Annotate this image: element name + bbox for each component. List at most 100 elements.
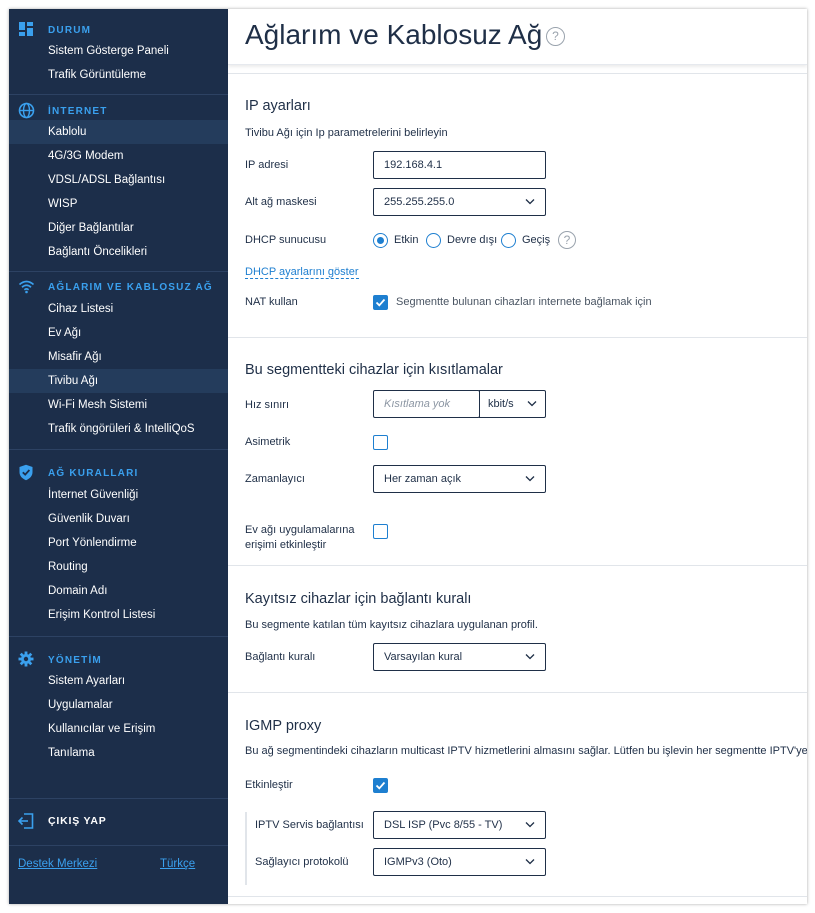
dashboard-icon <box>18 21 36 39</box>
home-apps-label: Ev ağı uygulamalarına <box>245 524 355 536</box>
sidebar-item-trafik-ongoruleri[interactable]: Trafik öngörüleri & IntelliQoS <box>9 417 228 441</box>
chevron-down-icon <box>525 822 535 828</box>
ip-section-desc: Tivibu Ağı için Ip parametrelerini belir… <box>245 127 448 139</box>
chevron-down-icon <box>525 654 535 660</box>
sidebar-item-routing[interactable]: Routing <box>9 555 228 579</box>
section-title: DURUM <box>48 24 92 36</box>
sidebar-item-port-yonlendirme[interactable]: Port Yönlendirme <box>9 531 228 555</box>
dhcp-radio-devre-disi[interactable] <box>426 233 441 248</box>
logout-button[interactable]: ÇIKIŞ YAP <box>9 807 228 835</box>
subnet-mask-select[interactable]: 255.255.255.0 <box>373 188 546 216</box>
nat-checkbox[interactable] <box>373 295 388 310</box>
dhcp-option-label: Devre dışı <box>447 234 498 246</box>
section-divider <box>228 73 807 74</box>
dhcp-option-label: Etkin <box>394 234 419 246</box>
sidebar-item-cihaz-listesi[interactable]: Cihaz Listesi <box>9 297 228 321</box>
chevron-down-icon <box>525 199 535 205</box>
help-center-link[interactable]: Destek Merkezi <box>18 858 97 870</box>
connection-rule-select[interactable]: Varsayılan kural <box>373 643 546 671</box>
main-content: Ağlarım ve Kablosuz Ağ ? IP ayarları Tiv… <box>228 9 807 904</box>
sidebar-item-kullanicilar[interactable]: Kullanıcılar ve Erişim <box>9 717 228 741</box>
logout-icon <box>17 812 35 835</box>
sidebar-item-guvenlik-duvari[interactable]: Güvenlik Duvarı <box>9 507 228 531</box>
igmp-enable-checkbox[interactable] <box>373 778 388 793</box>
check-icon <box>375 781 386 790</box>
page-title: Ağlarım ve Kablosuz Ağ <box>245 19 543 50</box>
sidebar-divider <box>9 449 228 450</box>
sidebar-item-internet-guvenligi[interactable]: İnternet Güvenliği <box>9 483 228 507</box>
shield-icon <box>18 464 36 482</box>
provider-protocol-select[interactable]: IGMPv3 (Oto) <box>373 848 546 876</box>
sidebar-section-internet: İNTERNET <box>9 101 228 121</box>
restrictions-title: Bu segmentteki cihazlar için kısıtlamala… <box>245 362 503 378</box>
asymmetric-label: Asimetrik <box>245 436 291 448</box>
page-header: Ağlarım ve Kablosuz Ağ ? <box>228 9 807 65</box>
dhcp-settings-link[interactable]: DHCP ayarlarını göster <box>245 266 359 279</box>
provider-protocol-label: Sağlayıcı protokolü <box>255 856 349 868</box>
igmp-desc: Bu ağ segmentindeki cihazların multicast… <box>245 745 807 757</box>
sidebar-item-kablolu[interactable]: Kablolu <box>9 120 228 144</box>
nat-label: NAT kullan <box>245 296 298 308</box>
sidebar-item-misafir-agi[interactable]: Misafir Ağı <box>9 345 228 369</box>
home-apps-label: erişimi etkinleştir <box>245 539 327 551</box>
wifi-icon <box>18 278 36 296</box>
speed-limit-label: Hız sınırı <box>245 399 290 411</box>
sidebar-item-baglanti-oncelikleri[interactable]: Bağlantı Öncelikleri <box>9 240 228 264</box>
sidebar-item-sistem-ayarlari[interactable]: Sistem Ayarları <box>9 669 228 693</box>
sidebar-divider <box>9 271 228 272</box>
section-title: İNTERNET <box>48 105 108 117</box>
sidebar-divider <box>9 798 228 799</box>
sidebar-item-domain-adi[interactable]: Domain Adı <box>9 579 228 603</box>
sidebar-item-diger-baglantilar[interactable]: Diğer Bağlantılar <box>9 216 228 240</box>
sidebar-item-wisp[interactable]: WISP <box>9 192 228 216</box>
section-divider <box>228 896 807 897</box>
scheduler-label: Zamanlayıcı <box>245 473 305 485</box>
sidebar-item-erisim-kontrol[interactable]: Erişim Kontrol Listesi <box>9 603 228 627</box>
speed-limit-input[interactable]: Kısıtlama yok <box>373 390 480 418</box>
speed-unit-select[interactable]: kbit/s <box>479 390 546 418</box>
help-icon[interactable]: ? <box>558 231 576 249</box>
sidebar-divider <box>9 94 228 95</box>
unregistered-desc: Bu segmente katılan tüm kayıtsız cihazla… <box>245 619 538 631</box>
sidebar-section-aglarim: AĞLARIM VE KABLOSUZ AĞ <box>9 277 228 297</box>
sidebar-item-sistem-gosterge-paneli[interactable]: Sistem Gösterge Paneli <box>9 39 228 63</box>
iptv-service-select[interactable]: DSL ISP (Pvc 8/55 - TV) <box>373 811 546 839</box>
dhcp-option-label: Geçiş <box>522 234 551 246</box>
unregistered-title: Kayıtsız cihazlar için bağlantı kuralı <box>245 591 472 607</box>
sidebar-item-tivibu-agi[interactable]: Tivibu Ağı <box>9 369 228 393</box>
section-divider <box>228 337 807 338</box>
dhcp-radio-etkin[interactable] <box>373 233 388 248</box>
section-title: AĞLARIM VE KABLOSUZ AĞ <box>48 281 213 293</box>
help-icon[interactable]: ? <box>546 27 565 46</box>
sidebar-item-tanilama[interactable]: Tanılama <box>9 741 228 765</box>
section-divider <box>228 692 807 693</box>
sidebar-item-uygulamalar[interactable]: Uygulamalar <box>9 693 228 717</box>
sidebar-section-yonetim: YÖNETİM <box>9 650 228 670</box>
iptv-service-label: IPTV Servis bağlantısı <box>255 819 364 831</box>
ip-address-input[interactable]: 192.168.4.1 <box>373 151 546 179</box>
gear-icon <box>18 651 36 669</box>
language-link[interactable]: Türkçe <box>160 858 195 870</box>
chevron-down-icon <box>527 401 537 407</box>
sidebar-item-4g-modem[interactable]: 4G/3G Modem <box>9 144 228 168</box>
scheduler-select[interactable]: Her zaman açık <box>373 465 546 493</box>
igmp-sub-panel <box>245 812 247 885</box>
dhcp-radio-gecis[interactable] <box>501 233 516 248</box>
sidebar-section-ag-kurallari: AĞ KURALLARI <box>9 463 228 483</box>
sidebar-item-ev-agi[interactable]: Ev Ağı <box>9 321 228 345</box>
ip-address-label: IP adresi <box>245 159 289 171</box>
home-apps-checkbox[interactable] <box>373 524 388 539</box>
sidebar-item-vdsl[interactable]: VDSL/ADSL Bağlantısı <box>9 168 228 192</box>
igmp-enable-label: Etkinleştir <box>245 779 293 791</box>
sidebar-divider <box>9 636 228 637</box>
sidebar-item-wifi-mesh[interactable]: Wi-Fi Mesh Sistemi <box>9 393 228 417</box>
section-title: AĞ KURALLARI <box>48 467 139 479</box>
connection-rule-label: Bağlantı kuralı <box>245 651 316 663</box>
sidebar-divider <box>9 845 228 846</box>
sidebar-section-durum: DURUM <box>9 20 228 40</box>
section-title: YÖNETİM <box>48 654 102 666</box>
chevron-down-icon <box>525 476 535 482</box>
sidebar-item-trafik-goruntuleme[interactable]: Trafik Görüntüleme <box>9 63 228 87</box>
check-icon <box>375 298 386 307</box>
asymmetric-checkbox[interactable] <box>373 435 388 450</box>
